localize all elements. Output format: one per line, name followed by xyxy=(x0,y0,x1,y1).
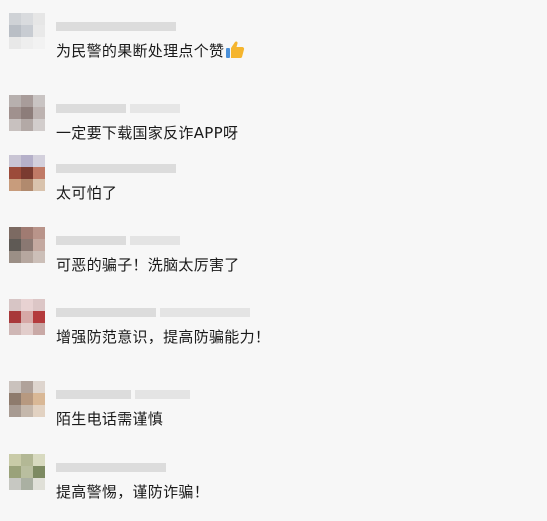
avatar-pixel xyxy=(33,239,45,251)
comment-text: 一定要下载国家反诈APP呀 xyxy=(56,124,239,142)
avatar-pixel xyxy=(33,323,45,335)
comment-item: 增强防范意识，提高防骗能力！ xyxy=(0,299,547,359)
comment-item: 可恶的骗子！洗脑太厉害了 xyxy=(0,227,547,287)
avatar-pixel xyxy=(21,25,33,37)
avatar-pixel xyxy=(21,466,33,478)
avatar-pixel xyxy=(21,393,33,405)
avatar-pixel xyxy=(21,454,33,466)
avatar-pixel xyxy=(33,405,45,417)
avatar-pixel xyxy=(33,25,45,37)
avatar-pixel xyxy=(9,227,21,239)
avatar-pixel xyxy=(9,251,21,263)
nickname[interactable] xyxy=(56,229,180,251)
avatar-pixel xyxy=(21,239,33,251)
avatar[interactable] xyxy=(9,227,45,263)
thumbs-up-icon xyxy=(226,41,245,58)
avatar-pixel xyxy=(21,381,33,393)
nickname[interactable] xyxy=(56,456,166,478)
avatar-pixel xyxy=(21,251,33,263)
avatar-pixel xyxy=(9,381,21,393)
nickname[interactable] xyxy=(56,15,176,37)
avatar-pixel xyxy=(21,167,33,179)
comment-text-body: 为民警的果断处理点个赞 xyxy=(56,42,225,60)
comment-list: 为民警的果断处理点个赞 一定要下载国家反诈APP呀 太可怕了 可恶的骗子！洗脑太… xyxy=(0,0,547,521)
avatar-pixel xyxy=(9,323,21,335)
avatar-pixel xyxy=(33,155,45,167)
comment-text: 提高警惕，谨防诈骗！ xyxy=(56,483,210,501)
nickname[interactable] xyxy=(56,301,250,323)
avatar[interactable] xyxy=(9,13,45,49)
comment-item: 陌生电话需谨慎 xyxy=(0,381,547,441)
nickname[interactable] xyxy=(56,157,176,179)
avatar-pixel xyxy=(21,13,33,25)
avatar-pixel xyxy=(21,299,33,311)
comment-item: 提高警惕，谨防诈骗！ xyxy=(0,454,547,514)
avatar-pixel xyxy=(9,311,21,323)
avatar-pixel xyxy=(33,299,45,311)
comment-item: 为民警的果断处理点个赞 xyxy=(0,13,547,73)
avatar-pixel xyxy=(9,167,21,179)
avatar-pixel xyxy=(33,227,45,239)
avatar-pixel xyxy=(21,95,33,107)
avatar-pixel xyxy=(9,107,21,119)
avatar-pixel xyxy=(21,227,33,239)
avatar-pixel xyxy=(9,25,21,37)
nickname[interactable] xyxy=(56,97,180,119)
comment-text: 为民警的果断处理点个赞 xyxy=(56,40,245,62)
avatar[interactable] xyxy=(9,299,45,335)
avatar-pixel xyxy=(21,478,33,490)
avatar-pixel xyxy=(33,107,45,119)
avatar-pixel xyxy=(33,251,45,263)
avatar-pixel xyxy=(21,323,33,335)
nickname[interactable] xyxy=(56,383,190,405)
avatar-pixel xyxy=(33,454,45,466)
avatar-pixel xyxy=(33,167,45,179)
avatar-pixel xyxy=(9,393,21,405)
avatar-pixel xyxy=(33,95,45,107)
avatar-pixel xyxy=(33,311,45,323)
avatar-pixel xyxy=(9,239,21,251)
avatar-pixel xyxy=(9,119,21,131)
avatar-pixel xyxy=(33,179,45,191)
comment-text: 增强防范意识，提高防骗能力！ xyxy=(56,328,271,346)
avatar-pixel xyxy=(9,466,21,478)
avatar-pixel xyxy=(9,95,21,107)
avatar-pixel xyxy=(33,478,45,490)
comment-item: 太可怕了 xyxy=(0,155,547,215)
avatar-pixel xyxy=(21,37,33,49)
comment-text: 可恶的骗子！洗脑太厉害了 xyxy=(56,256,240,274)
avatar-pixel xyxy=(21,155,33,167)
avatar-pixel xyxy=(21,405,33,417)
comment-text: 陌生电话需谨慎 xyxy=(56,410,164,428)
avatar-pixel xyxy=(9,454,21,466)
avatar-pixel xyxy=(9,179,21,191)
avatar-pixel xyxy=(33,13,45,25)
avatar[interactable] xyxy=(9,381,45,417)
avatar-pixel xyxy=(33,466,45,478)
avatar-pixel xyxy=(9,13,21,25)
avatar-pixel xyxy=(21,179,33,191)
avatar[interactable] xyxy=(9,95,45,131)
avatar-pixel xyxy=(33,393,45,405)
avatar-pixel xyxy=(33,119,45,131)
avatar[interactable] xyxy=(9,454,45,490)
avatar-pixel xyxy=(33,37,45,49)
avatar-pixel xyxy=(9,37,21,49)
avatar-pixel xyxy=(33,381,45,393)
comment-text: 太可怕了 xyxy=(56,184,118,202)
avatar-pixel xyxy=(21,107,33,119)
avatar-pixel xyxy=(21,311,33,323)
comment-item: 一定要下载国家反诈APP呀 xyxy=(0,95,547,155)
avatar-pixel xyxy=(21,119,33,131)
avatar-pixel xyxy=(9,405,21,417)
avatar-pixel xyxy=(9,299,21,311)
avatar-pixel xyxy=(9,478,21,490)
avatar-pixel xyxy=(9,155,21,167)
avatar[interactable] xyxy=(9,155,45,191)
